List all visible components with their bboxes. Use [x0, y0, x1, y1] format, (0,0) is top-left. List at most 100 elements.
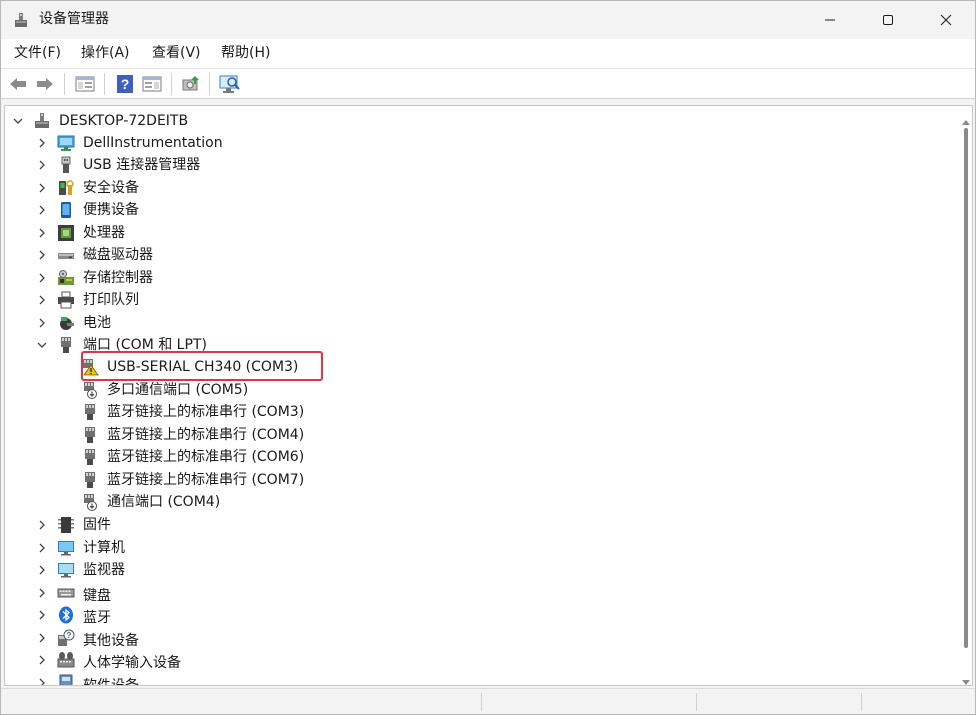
- port-device-label: 多口通信端口 (COM5): [107, 382, 249, 398]
- status-bar: [1, 688, 975, 714]
- svg-text:?: ?: [121, 76, 130, 92]
- display-monitor-icon: [57, 561, 75, 579]
- unknown-device-icon: ?: [57, 629, 75, 647]
- device-manager-window: 设备管理器 文件(F) 操作(A) 查看(V) 帮助(H) ? DESKTOP-…: [0, 0, 976, 715]
- storage-controller-icon: [57, 269, 75, 287]
- chevron-right-icon[interactable]: [36, 654, 48, 666]
- chevron-right-icon[interactable]: [36, 564, 48, 576]
- menu-view[interactable]: 查看(V): [152, 44, 201, 63]
- chevron-right-icon[interactable]: [36, 677, 48, 685]
- chevron-right-icon[interactable]: [36, 272, 48, 284]
- tree-category-label: 安全设备: [83, 180, 139, 196]
- device-tree[interactable]: DESKTOP-72DEITB DellInstrumentation USB …: [4, 105, 973, 686]
- chevron-right-icon[interactable]: [36, 204, 48, 216]
- close-button[interactable]: [917, 1, 975, 39]
- scroll-up-arrow-icon[interactable]: [962, 110, 970, 129]
- help-icon[interactable]: ?: [114, 73, 136, 95]
- svg-text:?: ?: [67, 631, 72, 640]
- highlight-annotation: [81, 351, 323, 381]
- title-bar[interactable]: 设备管理器: [1, 1, 975, 39]
- forward-arrow-icon[interactable]: [34, 73, 56, 95]
- tree-category-label: 计算机: [83, 540, 125, 556]
- show-hide-console-tree-icon[interactable]: [74, 73, 96, 95]
- printer-icon: [57, 291, 75, 309]
- chevron-down-icon[interactable]: [36, 339, 48, 351]
- chevron-right-icon[interactable]: [36, 317, 48, 329]
- chevron-right-icon[interactable]: [36, 587, 48, 599]
- comm-port-icon: [81, 381, 99, 399]
- tree-category-label: 电池: [83, 315, 111, 331]
- menu-file[interactable]: 文件(F): [14, 44, 61, 63]
- scroll-down-arrow-icon[interactable]: [962, 671, 970, 685]
- action-pane-icon[interactable]: [141, 73, 163, 95]
- bluetooth-icon: [57, 606, 75, 624]
- status-bar-divider: [481, 693, 482, 711]
- tree-category-label: 打印队列: [83, 292, 139, 308]
- tree-category-label: 存储控制器: [83, 270, 153, 286]
- disk-drive-icon: [57, 246, 75, 264]
- chevron-right-icon[interactable]: [36, 159, 48, 171]
- port-connector-icon: [81, 403, 99, 421]
- hid-device-icon: [57, 651, 75, 669]
- port-device-label: 蓝牙链接上的标准串行 (COM3): [107, 404, 305, 420]
- tree-category-label: 软件设备: [83, 678, 139, 686]
- computer-monitor-icon: [57, 539, 75, 557]
- security-key-icon: [57, 179, 75, 197]
- menu-bar: 文件(F) 操作(A) 查看(V) 帮助(H): [1, 39, 975, 68]
- tree-category-label: 处理器: [83, 225, 125, 241]
- back-arrow-icon[interactable]: [7, 73, 29, 95]
- network-monitor-icon: [57, 134, 75, 152]
- tree-category-label: DellInstrumentation: [83, 135, 223, 151]
- tree-category-label: 键盘: [83, 588, 111, 604]
- tree-category-label: 监视器: [83, 562, 125, 578]
- toolbar-separator: [104, 73, 105, 95]
- tree-root-label: DESKTOP-72DEITB: [59, 113, 189, 129]
- battery-icon: [57, 314, 75, 332]
- tree-category-label: 固件: [83, 517, 111, 533]
- device-manager-icon: [12, 11, 30, 29]
- toolbar-separator: [171, 73, 172, 95]
- chevron-right-icon[interactable]: [36, 609, 48, 621]
- port-connector-icon: [81, 471, 99, 489]
- usb-plug-icon: [57, 156, 75, 174]
- chevron-right-icon[interactable]: [36, 632, 48, 644]
- window-title: 设备管理器: [39, 11, 109, 27]
- chevron-down-icon[interactable]: [12, 115, 24, 127]
- comm-port-icon: [81, 493, 99, 511]
- portable-device-icon: [57, 201, 75, 219]
- chevron-right-icon[interactable]: [36, 519, 48, 531]
- menu-action[interactable]: 操作(A): [81, 44, 130, 63]
- maximize-button[interactable]: [859, 1, 917, 39]
- update-driver-icon[interactable]: [180, 73, 202, 95]
- chevron-right-icon[interactable]: [36, 137, 48, 149]
- processor-chip-icon: [57, 224, 75, 242]
- port-connector-icon: [57, 336, 75, 354]
- toolbar-separator: [209, 73, 210, 95]
- scrollbar-thumb[interactable]: [964, 128, 968, 648]
- software-device-icon: [57, 674, 75, 685]
- chevron-right-icon[interactable]: [36, 294, 48, 306]
- tree-category-label: 磁盘驱动器: [83, 247, 153, 263]
- status-bar-divider: [696, 693, 697, 711]
- tree-category-label: USB 连接器管理器: [83, 157, 201, 173]
- port-connector-icon: [81, 448, 99, 466]
- toolbar: ?: [1, 68, 975, 99]
- tree-category-label: 蓝牙: [83, 610, 111, 626]
- chevron-right-icon[interactable]: [36, 249, 48, 261]
- chevron-right-icon[interactable]: [36, 542, 48, 554]
- computer-tower-icon: [33, 112, 51, 130]
- tree-category-label: 其他设备: [83, 633, 139, 649]
- keyboard-icon: [57, 584, 75, 602]
- port-device-label: 蓝牙链接上的标准串行 (COM6): [107, 449, 305, 465]
- tree-category-label: 便携设备: [83, 202, 139, 218]
- chevron-right-icon[interactable]: [36, 182, 48, 194]
- port-device-label: 通信端口 (COM4): [107, 494, 221, 510]
- menu-help[interactable]: 帮助(H): [221, 44, 270, 63]
- tree-category-label: 人体学输入设备: [83, 655, 181, 671]
- scan-hardware-changes-icon[interactable]: [219, 73, 241, 95]
- toolbar-separator: [64, 73, 65, 95]
- chevron-right-icon[interactable]: [36, 227, 48, 239]
- minimize-button[interactable]: [801, 1, 859, 39]
- firmware-chip-icon: [57, 516, 75, 534]
- vertical-scrollbar[interactable]: [960, 106, 972, 685]
